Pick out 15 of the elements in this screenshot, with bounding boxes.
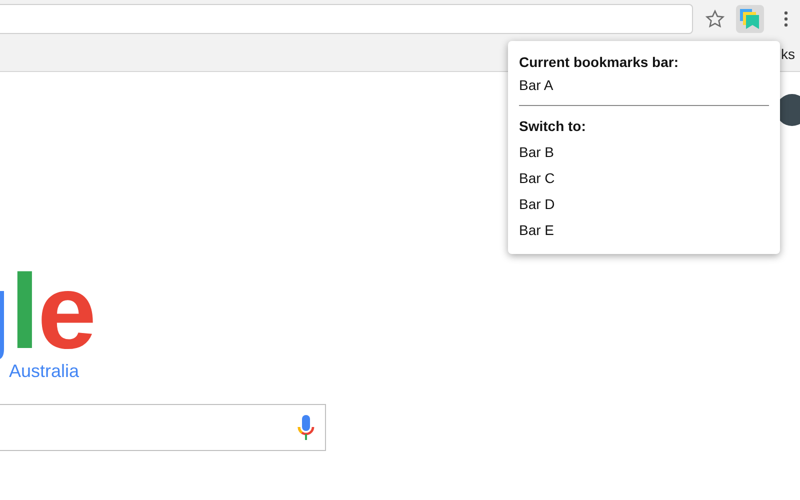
search-field[interactable]	[0, 404, 326, 451]
logo-letter: e	[37, 262, 94, 362]
popup-heading: Current bookmarks bar:	[519, 53, 680, 72]
bar-option[interactable]: Bar C	[519, 168, 555, 188]
popup-heading: Switch to:	[519, 117, 587, 136]
logo-letter: l	[10, 262, 38, 362]
address-field[interactable]	[0, 4, 693, 34]
bar-option[interactable]: Bar B	[519, 142, 554, 162]
bar-option[interactable]: Bar D	[519, 194, 555, 214]
region-label: Australia	[9, 360, 80, 382]
bar-option[interactable]: Bar E	[519, 220, 554, 240]
current-bar-label: Bar A	[519, 76, 554, 95]
microphone-icon[interactable]	[297, 414, 315, 440]
bookmarks-extension-icon[interactable]	[736, 4, 764, 32]
bookmark-item[interactable]: ks	[781, 44, 795, 64]
